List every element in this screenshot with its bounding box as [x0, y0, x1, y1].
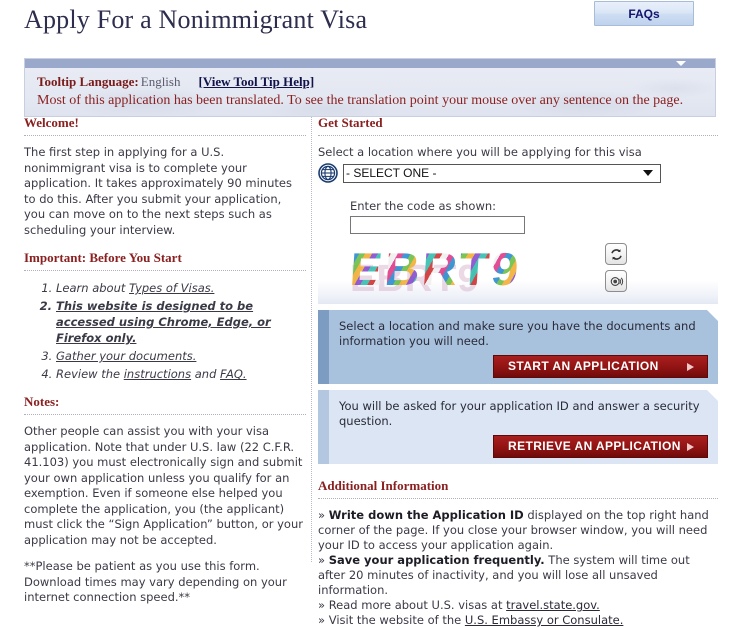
captcha-buttons	[605, 243, 631, 297]
get-started-divider	[318, 135, 718, 136]
banner-body: Tooltip Language: English [View Tool Tip H…	[25, 68, 715, 116]
types-of-visas-link[interactable]: Types of Visas.	[129, 281, 214, 295]
panel-body: Select a location and make sure you have…	[329, 310, 718, 384]
retrieve-application-panel: You will be asked for your application I…	[318, 390, 718, 464]
chevron-double-right-icon: »	[318, 553, 326, 567]
retrieve-an-application-button[interactable]: RETRIEVE AN APPLICATION	[493, 435, 708, 458]
notes-divider	[24, 414, 306, 415]
page-header: Apply For a Nonimmigrant Visa FAQs	[0, 0, 740, 52]
panel-corner-notch	[707, 310, 718, 321]
gather-your-documents-link[interactable]: Gather your documents.	[56, 349, 196, 363]
embassy-or-consulate-link[interactable]: U.S. Embassy or Consulate.	[465, 613, 623, 627]
refresh-icon[interactable]	[605, 243, 627, 265]
step-4-prefix: Review the	[56, 367, 124, 381]
panel-accent-bar	[318, 390, 329, 464]
additional-line-bold: Save your application frequently.	[328, 553, 545, 567]
notes-paragraph-2: **Please be patient as you use this form…	[24, 559, 287, 604]
arrow-right-icon	[687, 363, 694, 371]
start-button-label: START AN APPLICATION	[508, 359, 659, 373]
retrieve-panel-text: You will be asked for your application I…	[339, 399, 700, 428]
banner-top-strip	[25, 59, 715, 68]
globe-icon	[318, 163, 338, 183]
important-divider	[24, 270, 306, 271]
page-title: Apply For a Nonimmigrant Visa	[24, 5, 368, 34]
translation-message: Most of this application has been transl…	[37, 93, 684, 108]
column-divider	[311, 117, 312, 562]
panel-accent-bar	[318, 310, 329, 384]
start-panel-text: Select a location and make sure you have…	[339, 319, 696, 348]
additional-line: » Write down the Application ID displaye…	[318, 508, 718, 553]
list-item: Gather your documents.	[56, 348, 306, 364]
captcha-text: EBRT9	[350, 244, 620, 294]
captcha-code-input[interactable]	[350, 216, 525, 234]
additional-information-divider	[318, 498, 718, 499]
step-1-prefix: Learn about	[56, 281, 130, 295]
view-tool-tip-help-link[interactable]: [View Tool Tip Help]	[198, 74, 314, 89]
additional-line: » Visit the website of the U.S. Embassy …	[318, 613, 718, 628]
captcha-image: EBRT9 EBRT9	[350, 244, 620, 294]
instructions-link[interactable]: instructions	[124, 367, 191, 381]
step-4-middle: and	[191, 367, 221, 381]
important-heading: Important: Before You Start	[24, 250, 182, 265]
speaker-icon[interactable]	[605, 270, 627, 292]
captcha-code-label: Enter the code as shown:	[350, 199, 497, 213]
additional-line-bold: Write down the Application ID	[328, 508, 524, 522]
captcha-block: EBRT9 EBRT9	[318, 242, 718, 304]
additional-line: » Save your application frequently. The …	[318, 553, 718, 598]
start-application-panel: Select a location and make sure you have…	[318, 310, 718, 384]
faqs-button[interactable]: FAQs	[594, 1, 694, 26]
tooltip-language-banner: Tooltip Language: English [View Tool Tip H…	[24, 58, 716, 117]
additional-information-heading: Additional Information	[318, 478, 449, 493]
additional-line-rest: Visit the website of the	[328, 613, 465, 627]
location-select-row: - SELECT ONE -	[318, 163, 718, 183]
notes-paragraph-1: Other people can assist you with your vi…	[24, 424, 303, 547]
location-select-wrapper: - SELECT ONE -	[343, 163, 661, 183]
panel-body: You will be asked for your application I…	[329, 390, 718, 464]
retrieve-button-label: RETRIEVE AN APPLICATION	[508, 439, 681, 453]
additional-information-section: Additional Information » Write down the …	[318, 478, 718, 628]
travel-state-gov-link[interactable]: travel.state.gov.	[506, 598, 600, 612]
tooltip-language-label: Tooltip Language:	[37, 74, 139, 89]
chevron-down-icon[interactable]	[676, 61, 686, 66]
chevron-double-right-icon: »	[318, 613, 326, 627]
tooltip-language-row: Tooltip Language: English [View Tool Tip H…	[37, 74, 703, 90]
list-item: Learn about Types of Visas.	[56, 280, 306, 296]
list-item: This website is designed to be accessed …	[56, 298, 306, 346]
additional-line-rest: Read more about U.S. visas at	[328, 598, 507, 612]
before-you-start-list: Learn about Types of Visas. This website…	[24, 280, 306, 382]
start-an-application-button[interactable]: START AN APPLICATION	[493, 355, 708, 378]
arrow-right-icon	[687, 443, 694, 451]
get-started-heading: Get Started	[318, 115, 383, 130]
chevron-double-right-icon: »	[318, 508, 326, 522]
location-select[interactable]: - SELECT ONE -	[343, 163, 661, 183]
list-item: Review the instructions and FAQ.	[56, 366, 306, 382]
panel-corner-notch	[707, 390, 718, 401]
welcome-heading: Welcome!	[24, 115, 79, 130]
faq-link[interactable]: FAQ.	[220, 367, 247, 381]
right-column: Get Started Select a location where you …	[318, 115, 718, 628]
left-column: Welcome! The first step in applying for …	[24, 115, 306, 617]
notes-heading: Notes:	[24, 394, 60, 409]
additional-line: » Read more about U.S. visas at travel.s…	[318, 598, 718, 613]
chevron-double-right-icon: »	[318, 598, 326, 612]
tooltip-language-value: English	[140, 74, 181, 89]
welcome-divider	[24, 135, 306, 136]
notes-body: Other people can assist you with your vi…	[24, 424, 306, 606]
location-select-label: Select a location where you will be appl…	[318, 145, 642, 159]
browser-requirement-text: This website is designed to be accessed …	[56, 299, 271, 345]
welcome-text: The first step in applying for a U.S. no…	[24, 145, 292, 237]
